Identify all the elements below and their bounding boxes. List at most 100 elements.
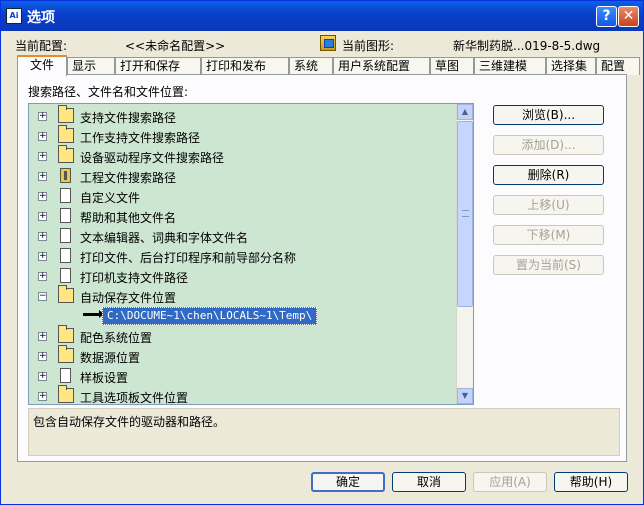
tree-item-tool-palettes[interactable]: + 工具选项板文件位置 — [29, 385, 459, 405]
dialog-title: 选项 — [27, 10, 55, 26]
document-icon — [60, 228, 71, 243]
scroll-down-icon[interactable]: ▼ — [457, 388, 473, 404]
set-current-button[interactable]: 置为当前(S) — [493, 255, 604, 275]
document-icon — [60, 268, 71, 283]
expand-icon[interactable]: + — [38, 192, 47, 201]
tab-plot-publish[interactable]: 打印和发布 — [201, 57, 289, 75]
book-icon — [60, 168, 71, 183]
collapse-icon[interactable]: − — [38, 292, 47, 301]
folder-icon — [58, 385, 74, 403]
tab-open-save[interactable]: 打开和保存 — [115, 57, 201, 75]
vertical-scrollbar[interactable]: ▲ ▼ — [456, 104, 473, 404]
config-row: 当前配置: <<未命名配置>> 当前图形: 新华制药脱...019-8-5.dw… — [1, 34, 643, 54]
tree-item-autosave-path[interactable]: C:\DOCUME~1\chen\LOCALS~1\Temp\ — [29, 306, 459, 326]
description-box: 包含自动保存文件的驱动器和路径。 — [28, 408, 620, 456]
expand-icon[interactable]: + — [38, 152, 47, 161]
scroll-up-icon[interactable]: ▲ — [457, 104, 473, 120]
move-down-button[interactable]: 下移(M) — [493, 225, 604, 245]
expand-icon[interactable]: + — [38, 352, 47, 361]
expand-icon[interactable]: + — [38, 172, 47, 181]
tab-3d-modeling[interactable]: 三维建模 — [474, 57, 546, 75]
tree-item-label: 工程文件搜索路径 — [80, 171, 177, 185]
tree-item-label: 工作支持文件搜索路径 — [80, 131, 201, 145]
drawing-icon — [320, 35, 336, 51]
apply-button[interactable]: 应用(A) — [473, 472, 547, 492]
ok-button[interactable]: 确定 — [311, 472, 385, 492]
tree-item-working-support-path[interactable]: + 工作支持文件搜索路径 — [29, 125, 459, 146]
expand-icon[interactable]: + — [38, 372, 47, 381]
expand-icon[interactable]: + — [38, 232, 47, 241]
section-label: 搜索路径、文件名和文件位置: — [28, 85, 189, 99]
files-panel: 搜索路径、文件名和文件位置: + 支持文件搜索路径 + 工作支持文件搜索路径 +… — [17, 74, 627, 462]
folder-icon — [58, 145, 74, 163]
arrow-right-icon — [83, 310, 104, 318]
tree-item-project-path[interactable]: + 工程文件搜索路径 — [29, 166, 459, 186]
tab-display[interactable]: 显示 — [67, 57, 115, 75]
expand-icon[interactable]: + — [38, 332, 47, 341]
tab-profiles[interactable]: 配置 — [596, 57, 640, 75]
add-button[interactable]: 添加(D)... — [493, 135, 604, 155]
tree-item-printer-support-path[interactable]: + 打印机支持文件路径 — [29, 266, 459, 286]
tab-user-preferences[interactable]: 用户系统配置 — [333, 57, 430, 75]
folder-icon — [58, 125, 74, 143]
document-icon — [60, 248, 71, 263]
current-drawing-value: 新华制药脱...019-8-5.dwg — [453, 39, 601, 53]
tree-item-text-editor-files[interactable]: + 文本编辑器、词典和字体文件名 — [29, 226, 459, 246]
file-locations-tree[interactable]: + 支持文件搜索路径 + 工作支持文件搜索路径 + 设备驱动程序文件搜索路径 +… — [28, 103, 474, 405]
tree-item-autosave-location[interactable]: − 自动保存文件位置 — [29, 285, 459, 306]
tree-item-label: 数据源位置 — [80, 351, 141, 365]
current-drawing-label: 当前图形: — [342, 39, 395, 53]
document-icon — [60, 368, 71, 383]
tree-item-label: 自定义文件 — [80, 191, 141, 205]
scroll-thumb[interactable] — [457, 121, 473, 307]
expand-icon[interactable]: + — [38, 392, 47, 401]
tree-item-plot-files[interactable]: + 打印文件、后台打印程序和前导部分名称 — [29, 246, 459, 266]
remove-button[interactable]: 删除(R) — [493, 165, 604, 185]
tree-item-device-driver-path[interactable]: + 设备驱动程序文件搜索路径 — [29, 145, 459, 166]
current-profile-value: <<未命名配置>> — [125, 39, 226, 53]
grip-icon — [462, 210, 469, 217]
tab-selection[interactable]: 选择集 — [546, 57, 596, 75]
tree-item-label: 样板设置 — [80, 371, 129, 385]
tree-item-color-book-location[interactable]: + 配色系统位置 — [29, 325, 459, 346]
tree-item-label: 设备驱动程序文件搜索路径 — [80, 151, 225, 165]
expand-icon[interactable]: + — [38, 212, 47, 221]
app-icon: Ai — [6, 8, 22, 24]
tree-item-label: 打印机支持文件路径 — [80, 271, 189, 285]
tree-item-customization-files[interactable]: + 自定义文件 — [29, 186, 459, 206]
document-icon — [60, 188, 71, 203]
options-dialog: Ai 选项 ? ✕ 当前配置: <<未命名配置>> 当前图形: 新华制药脱...… — [0, 0, 644, 505]
current-profile-label: 当前配置: — [15, 39, 68, 53]
tree-item-label: 自动保存文件位置 — [80, 291, 177, 305]
help-title-button[interactable]: ? — [596, 6, 617, 27]
tree-item-label: 帮助和其他文件名 — [80, 211, 177, 225]
tab-system[interactable]: 系统 — [289, 57, 333, 75]
expand-icon[interactable]: + — [38, 132, 47, 141]
title-bar[interactable]: Ai 选项 ? ✕ — [1, 1, 643, 31]
move-up-button[interactable]: 上移(U) — [493, 195, 604, 215]
tree-item-label: 工具选项板文件位置 — [80, 391, 189, 405]
tree-item-data-sources[interactable]: + 数据源位置 — [29, 345, 459, 366]
folder-icon — [58, 345, 74, 363]
tab-drafting[interactable]: 草图 — [430, 57, 474, 75]
document-icon — [60, 208, 71, 223]
expand-icon[interactable]: + — [38, 252, 47, 261]
folder-icon — [58, 105, 74, 123]
selected-path[interactable]: C:\DOCUME~1\chen\LOCALS~1\Temp\ — [102, 307, 318, 325]
expand-icon[interactable]: + — [38, 112, 47, 121]
tree-item-help-files[interactable]: + 帮助和其他文件名 — [29, 206, 459, 226]
cancel-button[interactable]: 取消 — [392, 472, 466, 492]
help-button[interactable]: 帮助(H) — [554, 472, 628, 492]
tree-item-label: 支持文件搜索路径 — [80, 111, 177, 125]
close-button[interactable]: ✕ — [618, 6, 639, 27]
expand-icon[interactable]: + — [38, 272, 47, 281]
tree-item-support-path[interactable]: + 支持文件搜索路径 — [29, 105, 459, 126]
folder-icon — [58, 285, 74, 303]
tree-item-label: 打印文件、后台打印程序和前导部分名称 — [80, 251, 297, 265]
folder-icon — [58, 325, 74, 343]
tree-item-label: 配色系统位置 — [80, 331, 153, 345]
tree-item-template-settings[interactable]: + 样板设置 — [29, 366, 459, 386]
tree-item-label: 文本编辑器、词典和字体文件名 — [80, 231, 249, 245]
tab-files[interactable]: 文件 — [17, 55, 67, 76]
browse-button[interactable]: 浏览(B)... — [493, 105, 604, 125]
